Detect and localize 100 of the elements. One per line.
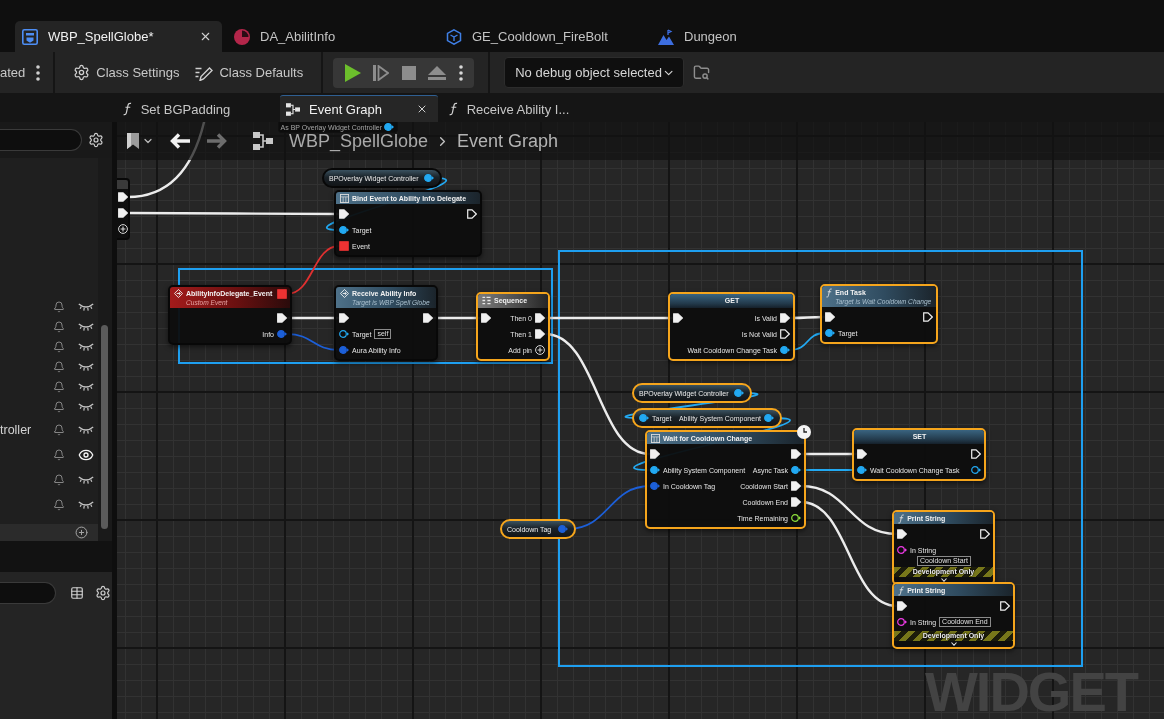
exec-pin-icon[interactable] — [825, 312, 835, 322]
debug-object-dropdown[interactable]: No debug object selected — [504, 57, 685, 88]
bell-icon[interactable] — [53, 498, 65, 511]
exec-pin-icon[interactable] — [339, 313, 349, 323]
bell-icon[interactable] — [53, 301, 65, 313]
scrollbar-thumb[interactable] — [101, 325, 108, 529]
data-pin-icon[interactable] — [897, 545, 907, 555]
data-pin-icon[interactable] — [897, 617, 907, 627]
add-pin-icon[interactable] — [117, 224, 128, 234]
closed-eye-icon[interactable] — [78, 323, 94, 331]
data-pin-icon[interactable] — [780, 345, 790, 355]
data-pin-icon[interactable] — [424, 173, 434, 183]
closed-eye-icon[interactable] — [78, 475, 94, 484]
exec-pin-icon[interactable] — [923, 312, 933, 322]
mountain-icon — [658, 28, 674, 45]
graph-tab[interactable]: Event Graph — [280, 95, 438, 122]
function-icon — [123, 102, 132, 116]
function-icon — [826, 288, 833, 298]
exec-pin-icon[interactable] — [780, 313, 790, 323]
exec-pin-icon[interactable] — [897, 601, 907, 611]
data-pin-icon[interactable] — [639, 413, 649, 423]
add-pin-icon[interactable] — [535, 345, 545, 355]
data-pin-icon[interactable] — [791, 465, 801, 475]
more-icon — [459, 64, 464, 81]
search-field[interactable] — [0, 129, 82, 151]
add-icon[interactable] — [75, 526, 88, 539]
function-icon — [898, 586, 905, 596]
document-tab[interactable]: DA_AbilitInfo — [227, 21, 434, 52]
settings-icon[interactable] — [88, 132, 104, 148]
search-field[interactable] — [0, 582, 56, 604]
chevron-down-icon[interactable] — [940, 578, 947, 582]
data-pin-icon[interactable] — [650, 465, 660, 475]
exec-pin-icon[interactable] — [535, 313, 545, 323]
graph-icon — [253, 132, 273, 150]
data-pin-icon[interactable] — [791, 513, 801, 523]
exec-pin-icon[interactable] — [117, 208, 128, 218]
row-label: troller — [0, 422, 33, 437]
data-pin-icon[interactable] — [857, 465, 867, 475]
graph-tab[interactable]: Set BGPadding — [117, 95, 275, 122]
closed-eye-icon[interactable] — [78, 363, 94, 371]
exec-pin-icon[interactable] — [277, 313, 287, 323]
exec-pin-icon[interactable] — [339, 209, 349, 219]
bell-icon[interactable] — [53, 321, 65, 333]
bell-icon[interactable] — [53, 401, 65, 413]
document-tab[interactable]: GE_Cooldown_FireBolt — [439, 21, 646, 52]
data-pin-icon[interactable] — [339, 329, 349, 339]
more-icon — [36, 64, 41, 81]
data-pin-icon[interactable] — [339, 225, 349, 235]
data-pin-icon[interactable] — [825, 328, 835, 338]
bell-icon[interactable] — [53, 381, 65, 393]
closed-eye-icon[interactable] — [78, 403, 94, 411]
back-arrow-icon[interactable] — [170, 133, 190, 149]
exec-pin-icon[interactable] — [117, 192, 128, 202]
exec-pin-icon[interactable] — [791, 449, 801, 459]
bell-icon[interactable] — [53, 361, 65, 373]
data-pin-icon[interactable] — [764, 413, 774, 423]
exec-pin-icon[interactable] — [423, 313, 433, 323]
bell-icon[interactable] — [53, 473, 65, 486]
closed-eye-icon[interactable] — [78, 343, 94, 351]
bookmark-button[interactable] — [127, 133, 154, 149]
close-icon[interactable] — [199, 30, 212, 43]
exec-pin-icon[interactable] — [897, 529, 907, 539]
list-icon — [482, 296, 491, 305]
data-pin-icon[interactable] — [971, 465, 981, 475]
exec-pin-icon[interactable] — [791, 497, 801, 507]
window-icon — [340, 194, 349, 203]
bell-icon[interactable] — [53, 423, 65, 436]
exec-pin-icon[interactable] — [650, 449, 660, 459]
folder-search-icon[interactable] — [693, 64, 711, 81]
closed-eye-icon[interactable] — [78, 500, 94, 509]
exec-pin-icon[interactable] — [535, 329, 545, 339]
exec-pin-icon[interactable] — [481, 313, 491, 323]
data-pin-icon[interactable] — [734, 388, 744, 398]
exec-pin-icon[interactable] — [791, 481, 801, 491]
bell-icon[interactable] — [53, 448, 65, 461]
graph-tab[interactable]: Receive Ability I... — [443, 95, 601, 122]
graph-icon — [286, 102, 300, 116]
exec-pin-icon[interactable] — [980, 529, 990, 539]
closed-eye-icon[interactable] — [78, 425, 94, 434]
document-tab[interactable]: Dungeon — [651, 21, 858, 52]
exec-pin-icon[interactable] — [1000, 601, 1010, 611]
data-pin-icon[interactable] — [384, 122, 394, 132]
exec-pin-icon[interactable] — [467, 209, 477, 219]
table-icon[interactable] — [70, 586, 84, 600]
close-icon[interactable] — [416, 103, 428, 115]
chevron-down-icon[interactable] — [950, 642, 957, 646]
exec-pin-icon[interactable] — [971, 449, 981, 459]
exec-pin-icon[interactable] — [857, 449, 867, 459]
toolbar-button[interactable]: Class Settings — [65, 52, 188, 93]
settings-icon[interactable] — [95, 585, 111, 601]
exec-pin-icon[interactable] — [780, 329, 790, 339]
pencil-icon — [195, 64, 214, 81]
exec-pin-icon[interactable] — [673, 313, 683, 323]
toolbar-button[interactable]: ated — [0, 52, 34, 93]
toolbar-button[interactable]: Class Defaults — [187, 52, 312, 93]
closed-eye-icon[interactable] — [78, 383, 94, 391]
diamond-arrow-icon — [340, 289, 349, 298]
document-tab[interactable]: WBP_SpellGlobe* — [15, 21, 222, 52]
closed-eye-icon[interactable] — [78, 303, 94, 311]
bell-icon[interactable] — [53, 341, 65, 353]
